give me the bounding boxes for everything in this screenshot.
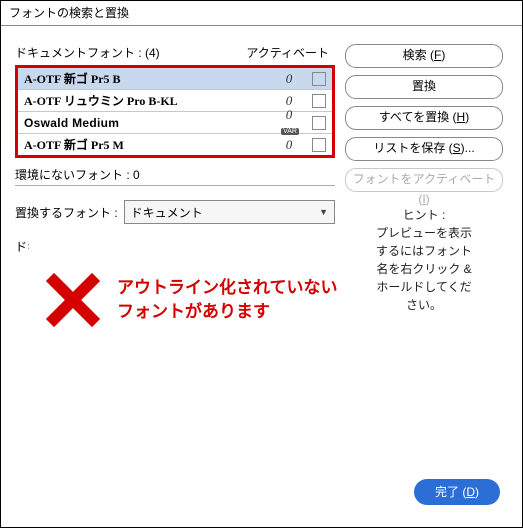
done-button[interactable]: 完了 (D) bbox=[414, 479, 500, 505]
select-value: ドキュメント bbox=[131, 204, 203, 221]
dialog-content: ドキュメントフォント : (4) アクティベート A-OTF 新ゴ Pr5 B0… bbox=[1, 26, 522, 58]
font-zero-indicator: 0 bbox=[276, 71, 302, 87]
warning-line-2: フォントがあります bbox=[117, 300, 338, 324]
hint-text: ヒント : プレビューを表示 するにはフォント 名を右クリック & ホールドして… bbox=[345, 206, 503, 314]
font-list-row[interactable]: A-OTF 新ゴ Pr5 B0 bbox=[18, 68, 332, 90]
window-title: フォントの検索と置換 bbox=[1, 1, 522, 26]
replace-source-select[interactable]: ドキュメント ▼ bbox=[124, 200, 335, 224]
font-zero-indicator: 0 bbox=[276, 137, 302, 153]
find-button[interactable]: 検索 (F) bbox=[345, 44, 503, 68]
right-panel: 検索 (F) 置換 すべてを置換 (H) リストを保存 (S)... フォントを… bbox=[345, 44, 503, 314]
font-zero-indicator: 0VAR bbox=[276, 107, 302, 139]
activate-checkbox[interactable] bbox=[312, 138, 326, 152]
variable-font-badge: VAR bbox=[281, 128, 299, 135]
activate-checkbox[interactable] bbox=[312, 116, 326, 130]
left-panel: ドキュメントフォント : (4) アクティベート A-OTF 新ゴ Pr5 B0… bbox=[15, 44, 335, 255]
chevron-down-icon: ▼ bbox=[319, 207, 328, 217]
font-list-row[interactable]: A-OTF 新ゴ Pr5 M0 bbox=[18, 134, 332, 155]
font-list-row[interactable]: Oswald Medium0VAR bbox=[18, 112, 332, 134]
activate-col-label: アクティベート bbox=[246, 44, 329, 61]
env-missing-label: 環境にないフォント : 0 bbox=[15, 164, 335, 186]
font-name: A-OTF リュウミン Pro B-KL bbox=[24, 92, 276, 109]
warning-line-1: アウトライン化されていない bbox=[117, 276, 338, 300]
activate-checkbox[interactable] bbox=[312, 72, 326, 86]
warning-overlay: アウトライン化されていない フォントがあります bbox=[29, 240, 349, 360]
font-name: A-OTF 新ゴ Pr5 B bbox=[24, 70, 276, 87]
replace-all-button[interactable]: すべてを置換 (H) bbox=[345, 106, 503, 130]
docfont-count-label: ドキュメントフォント : (4) bbox=[15, 44, 160, 61]
x-error-icon bbox=[37, 264, 109, 336]
font-list: A-OTF 新ゴ Pr5 B0A-OTF リュウミン Pro B-KL0Oswa… bbox=[15, 65, 335, 158]
replace-button[interactable]: 置換 bbox=[345, 75, 503, 99]
replace-with-label: 置換するフォント : bbox=[15, 204, 118, 221]
activate-checkbox[interactable] bbox=[312, 94, 326, 108]
font-name: Oswald Medium bbox=[24, 116, 276, 130]
activate-font-button: フォントをアクティベート (I) bbox=[345, 168, 503, 192]
save-list-button[interactable]: リストを保存 (S)... bbox=[345, 137, 503, 161]
font-name: A-OTF 新ゴ Pr5 M bbox=[24, 136, 276, 153]
